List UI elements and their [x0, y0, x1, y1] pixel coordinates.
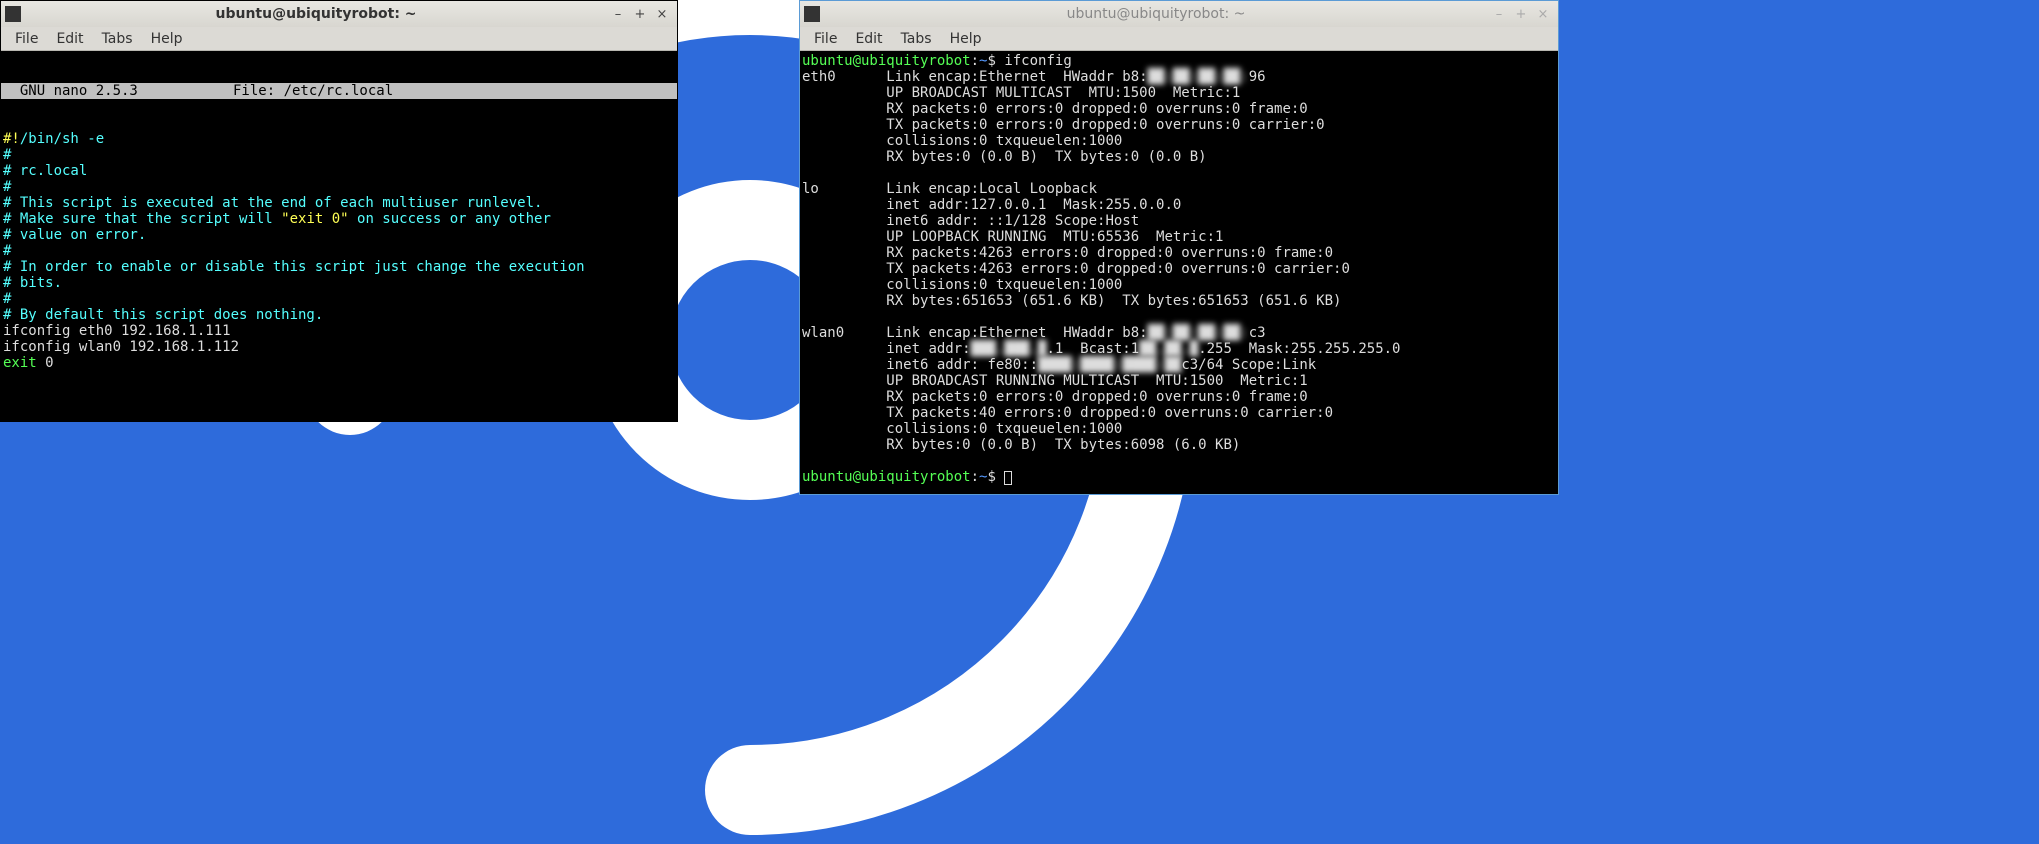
menu-tabs[interactable]: Tabs — [94, 29, 141, 49]
close-button[interactable]: × — [655, 7, 669, 21]
ifconfig-line: TX packets:40 errors:0 dropped:0 overrun… — [802, 405, 1556, 421]
nano-header: GNU nano 2.5.3 File: /etc/rc.local — [1, 83, 677, 99]
prompt-line[interactable]: ubuntu@ubiquityrobot:~$ — [802, 469, 1556, 485]
menu-file[interactable]: File — [7, 29, 46, 49]
window-title: ubuntu@ubiquityrobot: ~ — [27, 6, 605, 22]
nano-line[interactable]: # — [3, 147, 675, 163]
menu-edit[interactable]: Edit — [48, 29, 91, 49]
terminal-window-ifconfig: ubuntu@ubiquityrobot: ~ – + × File Edit … — [799, 0, 1559, 495]
ifconfig-line: inet addr:127.0.0.1 Mask:255.0.0.0 — [802, 197, 1556, 213]
terminal-icon — [5, 6, 21, 22]
nano-editor-body[interactable]: #!/bin/sh -e## rc.local## This script is… — [1, 131, 677, 371]
ifconfig-line: RX bytes:651653 (651.6 KB) TX bytes:6516… — [802, 293, 1556, 309]
nano-filename: File: /etc/rc.local — [233, 83, 675, 99]
nano-line[interactable]: ifconfig wlan0 192.168.1.112 — [3, 339, 675, 355]
nano-line[interactable]: # — [3, 179, 675, 195]
ifconfig-line: inet6 addr: fe80::████:████:████:██c3/64… — [802, 357, 1556, 373]
ifconfig-line: UP LOOPBACK RUNNING MTU:65536 Metric:1 — [802, 229, 1556, 245]
nano-line[interactable]: # — [3, 291, 675, 307]
nano-line[interactable]: # Make sure that the script will "exit 0… — [3, 211, 675, 227]
nano-line[interactable]: #!/bin/sh -e — [3, 131, 675, 147]
menubar: File Edit Tabs Help — [1, 27, 677, 51]
ifconfig-line: inet addr:███.███.█.1 Bcast:1██.██.█.255… — [802, 341, 1556, 357]
ifconfig-line: RX packets:0 errors:0 dropped:0 overruns… — [802, 389, 1556, 405]
ifconfig-line: wlan0 Link encap:Ethernet HWaddr b8:██:█… — [802, 325, 1556, 341]
nano-line[interactable]: exit 0 — [3, 355, 675, 371]
ifconfig-line: collisions:0 txqueuelen:1000 — [802, 133, 1556, 149]
minimize-button[interactable]: – — [1492, 7, 1506, 21]
maximize-button[interactable]: + — [1514, 7, 1528, 21]
ifconfig-line: RX bytes:0 (0.0 B) TX bytes:6098 (6.0 KB… — [802, 437, 1556, 453]
ifconfig-line: TX packets:0 errors:0 dropped:0 overruns… — [802, 117, 1556, 133]
ifconfig-line: eth0 Link encap:Ethernet HWaddr b8:██:██… — [802, 69, 1556, 85]
nano-line[interactable]: # This script is executed at the end of … — [3, 195, 675, 211]
window-title: ubuntu@ubiquityrobot: ~ — [826, 6, 1486, 22]
menu-help[interactable]: Help — [143, 29, 191, 49]
menubar: File Edit Tabs Help — [800, 27, 1558, 51]
ifconfig-line: inet6 addr: ::1/128 Scope:Host — [802, 213, 1556, 229]
cursor — [1004, 471, 1012, 485]
menu-help[interactable]: Help — [942, 29, 990, 49]
ifconfig-line: RX packets:0 errors:0 dropped:0 overruns… — [802, 101, 1556, 117]
nano-line[interactable]: # — [3, 243, 675, 259]
terminal-window-nano: ubuntu@ubiquityrobot: ~ – + × File Edit … — [0, 0, 678, 422]
titlebar[interactable]: ubuntu@ubiquityrobot: ~ – + × — [1, 1, 677, 27]
menu-edit[interactable]: Edit — [847, 29, 890, 49]
menu-tabs[interactable]: Tabs — [893, 29, 940, 49]
nano-line[interactable]: # By default this script does nothing. — [3, 307, 675, 323]
ifconfig-line: RX bytes:0 (0.0 B) TX bytes:0 (0.0 B) — [802, 149, 1556, 165]
terminal-content[interactable]: ubuntu@ubiquityrobot:~$ ifconfigeth0 Lin… — [800, 51, 1558, 494]
ifconfig-line: RX packets:4263 errors:0 dropped:0 overr… — [802, 245, 1556, 261]
terminal-icon — [804, 6, 820, 22]
prompt-line[interactable]: ubuntu@ubiquityrobot:~$ ifconfig — [802, 53, 1556, 69]
menu-file[interactable]: File — [806, 29, 845, 49]
nano-version: GNU nano 2.5.3 — [3, 83, 233, 99]
maximize-button[interactable]: + — [633, 7, 647, 21]
nano-line[interactable]: # value on error. — [3, 227, 675, 243]
ifconfig-line: collisions:0 txqueuelen:1000 — [802, 277, 1556, 293]
nano-line[interactable]: # bits. — [3, 275, 675, 291]
nano-line[interactable]: # In order to enable or disable this scr… — [3, 259, 675, 275]
terminal-content[interactable]: GNU nano 2.5.3 File: /etc/rc.local #!/bi… — [1, 51, 677, 421]
minimize-button[interactable]: – — [611, 7, 625, 21]
titlebar[interactable]: ubuntu@ubiquityrobot: ~ – + × — [800, 1, 1558, 27]
ifconfig-line: lo Link encap:Local Loopback — [802, 181, 1556, 197]
ifconfig-line: TX packets:4263 errors:0 dropped:0 overr… — [802, 261, 1556, 277]
ifconfig-line: UP BROADCAST RUNNING MULTICAST MTU:1500 … — [802, 373, 1556, 389]
ifconfig-line: UP BROADCAST MULTICAST MTU:1500 Metric:1 — [802, 85, 1556, 101]
close-button[interactable]: × — [1536, 7, 1550, 21]
nano-line[interactable]: # rc.local — [3, 163, 675, 179]
nano-line[interactable]: ifconfig eth0 192.168.1.111 — [3, 323, 675, 339]
ifconfig-line: collisions:0 txqueuelen:1000 — [802, 421, 1556, 437]
